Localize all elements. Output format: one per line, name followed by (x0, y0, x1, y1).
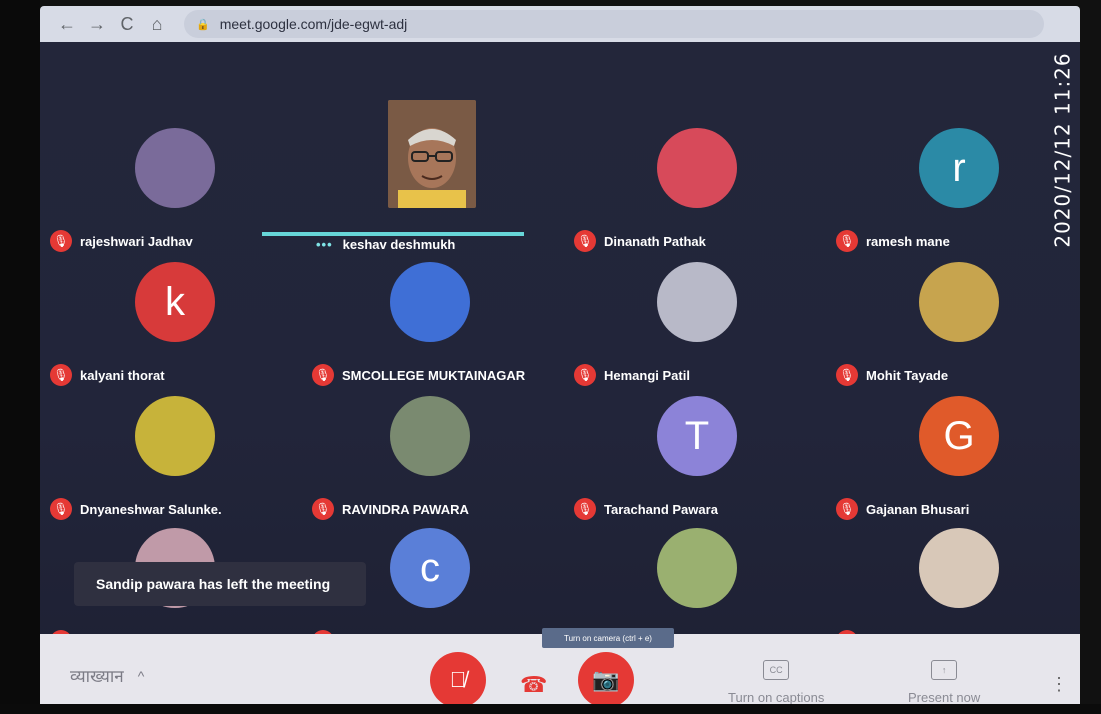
participant-name-row: 🎙 ramesh mane (836, 230, 950, 252)
participant-name: Gajanan Bhusari (866, 501, 970, 517)
screen: ← → C ⌂ 🔒 meet.google.com/jde-egwt-adj 2… (0, 0, 1101, 714)
phone-hangup-icon: ☎ (520, 672, 548, 697)
participant-tile[interactable]: 🎙 RAVINDRA PAWARA (302, 396, 564, 526)
home-button[interactable]: ⌂ (144, 11, 170, 37)
participant-avatar (919, 262, 999, 342)
mic-off-icon: 🎙 (574, 364, 596, 386)
mic-off-icon: 🎙 (50, 498, 72, 520)
participant-name: kalyani thorat (80, 367, 165, 383)
participant-tile[interactable]: 🎙 Dinanath Pathak (564, 128, 826, 258)
participant-avatar: k (135, 262, 215, 342)
participant-name-row: 🎙 SMCOLLEGE MUKTAINAGAR (312, 364, 525, 386)
participant-tile[interactable]: k 🎙 kalyani thorat (40, 262, 302, 392)
mic-off-icon: 🎙̸ (449, 667, 467, 692)
participant-name-row: 🎙 Mohit Tayade (836, 364, 948, 386)
participant-tile[interactable]: T 🎙 Tarachand Pawara (564, 396, 826, 526)
mic-off-icon: 🎙 (836, 364, 858, 386)
participant-avatar (390, 262, 470, 342)
participant-video (388, 100, 476, 208)
participant-name: Mohit Tayade (866, 367, 949, 383)
participant-avatar (135, 128, 215, 208)
participant-avatar: r (919, 128, 999, 208)
participant-name: SMCOLLEGE MUKTAINAGAR (342, 367, 526, 383)
participant-name: RAVINDRA PAWARA (342, 501, 469, 517)
participant-avatar: c (390, 528, 470, 608)
active-speaker-indicator (262, 232, 524, 236)
participant-tile[interactable]: 🎙 SMCOLLEGE MUKTAINAGAR (302, 262, 564, 392)
captions-icon: CC (763, 660, 790, 680)
participant-name: Dinanath Pathak (604, 233, 706, 249)
captions-label: Turn on captions (728, 690, 825, 705)
participant-avatar (657, 262, 737, 342)
mic-off-icon: 🎙 (574, 230, 596, 252)
mic-off-icon: 🎙 (574, 498, 596, 520)
participant-tile[interactable]: r 🎙 ramesh mane (826, 128, 1088, 258)
back-button[interactable]: ← (54, 11, 80, 37)
participant-name-row: 🎙 Tarachand Pawara (574, 498, 718, 520)
participant-name: ramesh mane (866, 233, 950, 249)
participant-name-row: ••• keshav deshmukh (316, 237, 455, 252)
browser-toolbar: ← → C ⌂ 🔒 meet.google.com/jde-egwt-adj (40, 6, 1080, 42)
camera-tooltip: Turn on camera (ctrl + e) (542, 628, 674, 648)
hang-up-button[interactable]: ☎ (520, 672, 547, 698)
participant-name: rajeshwari Jadhav (80, 233, 193, 249)
speaking-indicator-icon: ••• (316, 237, 333, 252)
camera-off-icon: 📷 (592, 667, 620, 692)
participant-avatar (390, 396, 470, 476)
mic-off-icon: 🎙 (312, 498, 334, 520)
participant-name-row: 🎙 Dinanath Pathak (574, 230, 706, 252)
participant-name-row: 🎙 Hemangi Patil (574, 364, 690, 386)
participant-name-row: 🎙 RAVINDRA PAWARA (312, 498, 469, 520)
chevron-up-icon: ^ (137, 667, 145, 684)
participant-tile[interactable]: 🎙 Hemangi Patil (564, 262, 826, 392)
present-label: Present now (908, 690, 981, 705)
participant-name-row: 🎙 rajeshwari Jadhav (50, 230, 193, 252)
mic-off-icon: 🎙 (312, 364, 334, 386)
participant-tile[interactable]: G 🎙 Gajanan Bhusari (826, 396, 1088, 526)
mic-off-icon: 🎙 (50, 364, 72, 386)
captions-button[interactable]: CC Turn on captions (728, 660, 824, 705)
participant-avatar: T (657, 396, 737, 476)
participant-tile[interactable]: 🎙 Mohit Tayade (826, 262, 1088, 392)
participant-tile[interactable]: 🎙 Dnyaneshwar Salunke. (40, 396, 302, 526)
url-text: meet.google.com/jde-egwt-adj (219, 16, 408, 32)
reload-button[interactable]: C (114, 11, 140, 37)
present-button[interactable]: ↑ Present now (908, 660, 980, 705)
present-icon: ↑ (931, 660, 958, 680)
participant-name: Tarachand Pawara (604, 501, 718, 517)
meeting-title: व्याख्यान (70, 667, 124, 686)
forward-button[interactable]: → (84, 11, 110, 37)
participant-name-row: 🎙 Dnyaneshwar Salunke. (50, 498, 222, 520)
participant-avatar (135, 396, 215, 476)
microphone-button[interactable]: 🎙̸ (430, 652, 486, 708)
monitor-bezel-bottom (0, 704, 1101, 714)
more-options-icon[interactable]: ⋮ (1050, 674, 1068, 695)
meeting-details-toggle[interactable]: व्याख्यान ^ (70, 664, 144, 687)
participant-name-row: 🎙 kalyani thorat (50, 364, 165, 386)
address-bar[interactable]: 🔒 meet.google.com/jde-egwt-adj (184, 10, 1044, 38)
mic-off-icon: 🎙 (836, 498, 858, 520)
participant-avatar (657, 528, 737, 608)
camera-button[interactable]: 📷 (578, 652, 634, 708)
participant-avatar (919, 528, 999, 608)
lock-icon: 🔒 (196, 18, 210, 31)
participant-name-row: 🎙 Gajanan Bhusari (836, 498, 969, 520)
participant-name: Dnyaneshwar Salunke. (80, 501, 222, 517)
left-meeting-toast: Sandip pawara has left the meeting (74, 562, 366, 606)
participant-avatar: G (919, 396, 999, 476)
participant-name: Hemangi Patil (604, 367, 690, 383)
participant-avatar (657, 128, 737, 208)
participant-tile[interactable]: 🎙 rajeshwari Jadhav (40, 128, 302, 258)
monitor-bezel (0, 0, 40, 714)
mic-off-icon: 🎙 (50, 230, 72, 252)
mic-off-icon: 🎙 (836, 230, 858, 252)
participant-name: keshav deshmukh (342, 237, 456, 252)
